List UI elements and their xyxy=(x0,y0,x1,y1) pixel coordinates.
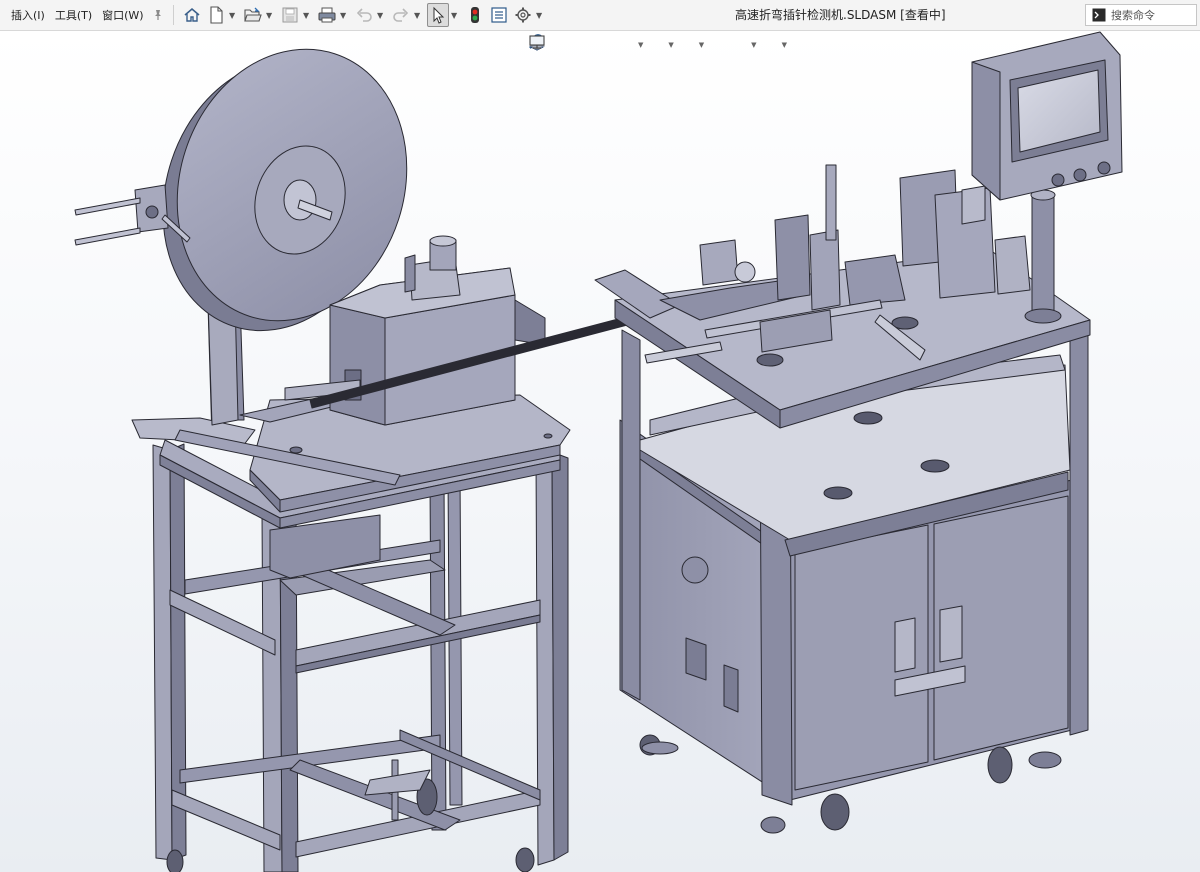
chevron-down-icon[interactable]: ▼ xyxy=(413,3,422,27)
heads-up-view-toolbar: ▼ ▼ ▼ ▼ ▼ xyxy=(528,33,790,57)
print-icon[interactable] xyxy=(316,3,338,27)
solidworks-window: 插入(I) 工具(T) 窗口(W) ▼ ▼ ▼ ▼ ▼ ▼ ▼ ▼ 高速折弯插针… xyxy=(0,0,1200,872)
rebuild-traffic-light-icon[interactable] xyxy=(464,3,486,27)
redo-icon[interactable] xyxy=(390,3,412,27)
zoom-to-area-icon[interactable] xyxy=(529,34,571,56)
view-orientation-icon[interactable] xyxy=(530,34,637,56)
save-icon[interactable] xyxy=(279,3,301,27)
chevron-down-icon[interactable]: ▼ xyxy=(699,41,704,49)
toolbar-separator xyxy=(172,5,174,25)
options-gear-icon[interactable] xyxy=(512,3,534,27)
undo-icon[interactable] xyxy=(353,3,375,27)
chevron-down-icon[interactable]: ▼ xyxy=(782,41,787,49)
graphics-area[interactable]: ▼ ▼ ▼ ▼ ▼ xyxy=(0,31,1200,872)
chevron-down-icon[interactable]: ▼ xyxy=(228,3,237,27)
chevron-down-icon[interactable]: ▼ xyxy=(751,41,756,49)
menu-bar: 插入(I) 工具(T) 窗口(W) xyxy=(0,0,167,31)
view-settings-icon[interactable] xyxy=(529,34,781,56)
command-prompt-icon xyxy=(1091,8,1107,22)
chevron-down-icon[interactable]: ▼ xyxy=(265,3,274,27)
file-properties-icon[interactable] xyxy=(488,3,510,27)
previous-view-icon[interactable] xyxy=(529,34,593,56)
search-input[interactable] xyxy=(1111,8,1191,22)
display-style-icon[interactable] xyxy=(530,34,667,56)
search-commands-box[interactable] xyxy=(1085,4,1197,26)
standard-toolbar: ▼ ▼ ▼ ▼ ▼ ▼ ▼ ▼ xyxy=(180,0,548,31)
chevron-down-icon[interactable]: ▼ xyxy=(535,3,544,27)
section-view-icon[interactable] xyxy=(530,34,615,56)
menu-tools[interactable]: 工具(T) xyxy=(50,0,97,31)
chevron-down-icon[interactable]: ▼ xyxy=(450,3,459,27)
chevron-down-icon[interactable]: ▼ xyxy=(668,41,673,49)
chevron-down-icon[interactable]: ▼ xyxy=(638,41,643,49)
apply-scene-icon[interactable] xyxy=(528,34,750,56)
hide-show-items-icon[interactable] xyxy=(529,34,698,56)
document-title: 高速折弯插针检测机.SLDASM [查看中] xyxy=(735,8,946,22)
home-icon[interactable] xyxy=(181,3,203,27)
edit-appearance-icon[interactable] xyxy=(530,34,728,56)
pin-icon[interactable] xyxy=(149,0,167,31)
command-bar: 插入(I) 工具(T) 窗口(W) ▼ ▼ ▼ ▼ ▼ ▼ ▼ ▼ 高速折弯插针… xyxy=(0,0,1200,31)
chevron-down-icon[interactable]: ▼ xyxy=(339,3,348,27)
chevron-down-icon[interactable]: ▼ xyxy=(376,3,385,27)
menu-insert[interactable]: 插入(I) xyxy=(6,0,50,31)
select-arrow-icon[interactable] xyxy=(426,3,449,27)
new-document-icon[interactable] xyxy=(205,3,227,27)
menu-window[interactable]: 窗口(W) xyxy=(97,0,148,31)
assembly-model[interactable] xyxy=(0,31,1200,872)
chevron-down-icon[interactable]: ▼ xyxy=(302,3,311,27)
open-folder-icon[interactable] xyxy=(242,3,264,27)
